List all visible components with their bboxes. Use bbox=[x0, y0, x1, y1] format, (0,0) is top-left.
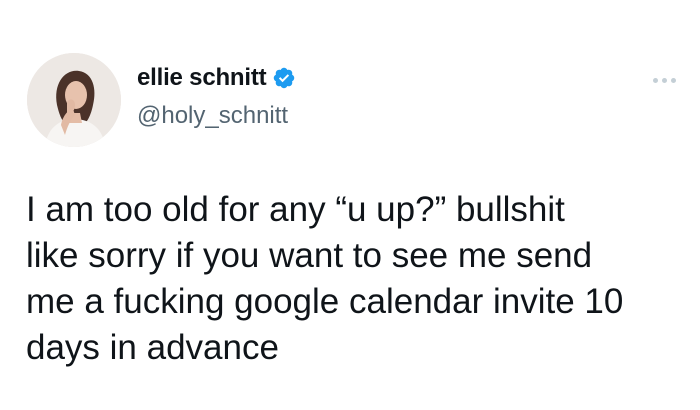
verified-badge-icon bbox=[272, 66, 296, 90]
tweet-card: ellie schnitt @holy_schnitt I am too old… bbox=[0, 0, 700, 410]
more-options-icon[interactable] bbox=[653, 78, 676, 83]
author-name-row: ellie schnitt bbox=[137, 64, 296, 92]
author-handle[interactable]: @holy_schnitt bbox=[137, 102, 288, 130]
avatar[interactable] bbox=[27, 53, 121, 147]
tweet-text: I am too old for any “u up?” bullshit li… bbox=[26, 190, 624, 367]
display-name[interactable]: ellie schnitt bbox=[137, 64, 267, 92]
profile-photo-icon bbox=[27, 53, 121, 147]
